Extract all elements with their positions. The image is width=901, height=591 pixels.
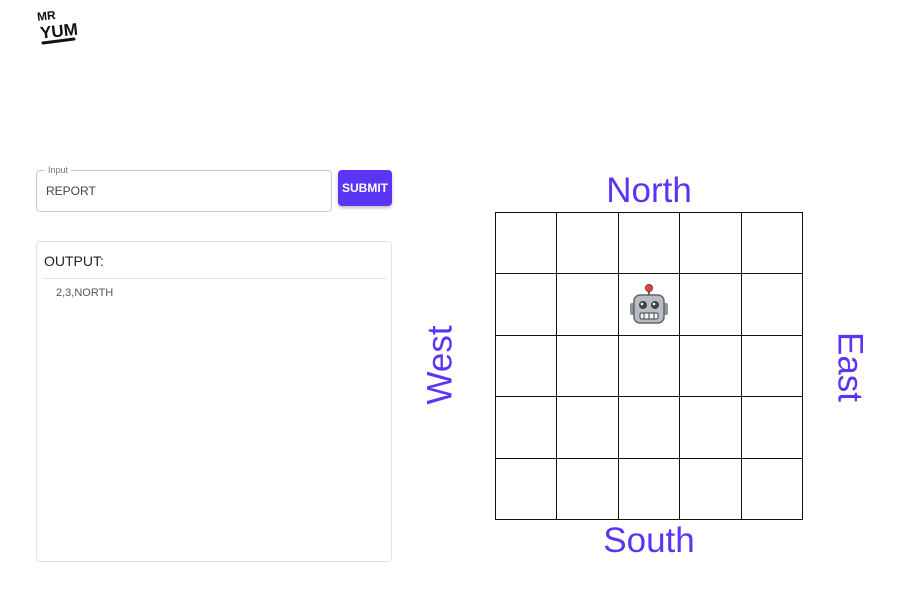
board-cell <box>680 213 742 275</box>
board-cell <box>618 397 681 459</box>
page: MR YUM Input SUBMIT OUTPUT: 2,3,NORTH No… <box>0 0 901 591</box>
board-cell <box>680 274 742 336</box>
board-cell <box>557 397 619 459</box>
board-cell <box>496 458 558 520</box>
board-cell <box>557 335 619 398</box>
west-label: West <box>420 325 460 405</box>
robot-icon <box>629 283 668 324</box>
output-line: 2,3,NORTH <box>56 287 114 299</box>
output-divider <box>42 278 386 279</box>
board-grid <box>495 212 803 520</box>
board-cell <box>741 213 803 275</box>
output-title: OUTPUT: <box>44 253 104 269</box>
board-cell <box>496 213 558 275</box>
board-cell <box>557 213 619 275</box>
board-cell <box>618 335 681 398</box>
board-cell <box>741 335 803 398</box>
command-input-label: Input <box>45 164 72 176</box>
board-cell <box>680 397 742 459</box>
board-cell <box>680 458 742 520</box>
board-cell <box>557 458 619 520</box>
submit-button[interactable]: SUBMIT <box>338 170 392 206</box>
board-cell <box>680 335 742 398</box>
board-cell <box>618 274 681 336</box>
board-cell <box>741 397 803 459</box>
command-input[interactable] <box>46 180 316 202</box>
south-label: South <box>603 521 695 560</box>
north-label: North <box>606 171 692 210</box>
east-label: East <box>830 331 870 403</box>
board-cell <box>557 274 619 336</box>
mr-yum-logo: MR YUM <box>36 8 79 45</box>
board-cell <box>496 274 558 336</box>
board-cell <box>618 458 681 520</box>
board-cell <box>496 335 558 398</box>
board-cell <box>741 274 803 336</box>
board-cell <box>496 397 558 459</box>
board-cell <box>741 458 803 520</box>
command-input-field[interactable]: Input <box>36 164 332 212</box>
board-cell <box>618 213 681 275</box>
output-panel: OUTPUT: 2,3,NORTH <box>36 241 392 562</box>
